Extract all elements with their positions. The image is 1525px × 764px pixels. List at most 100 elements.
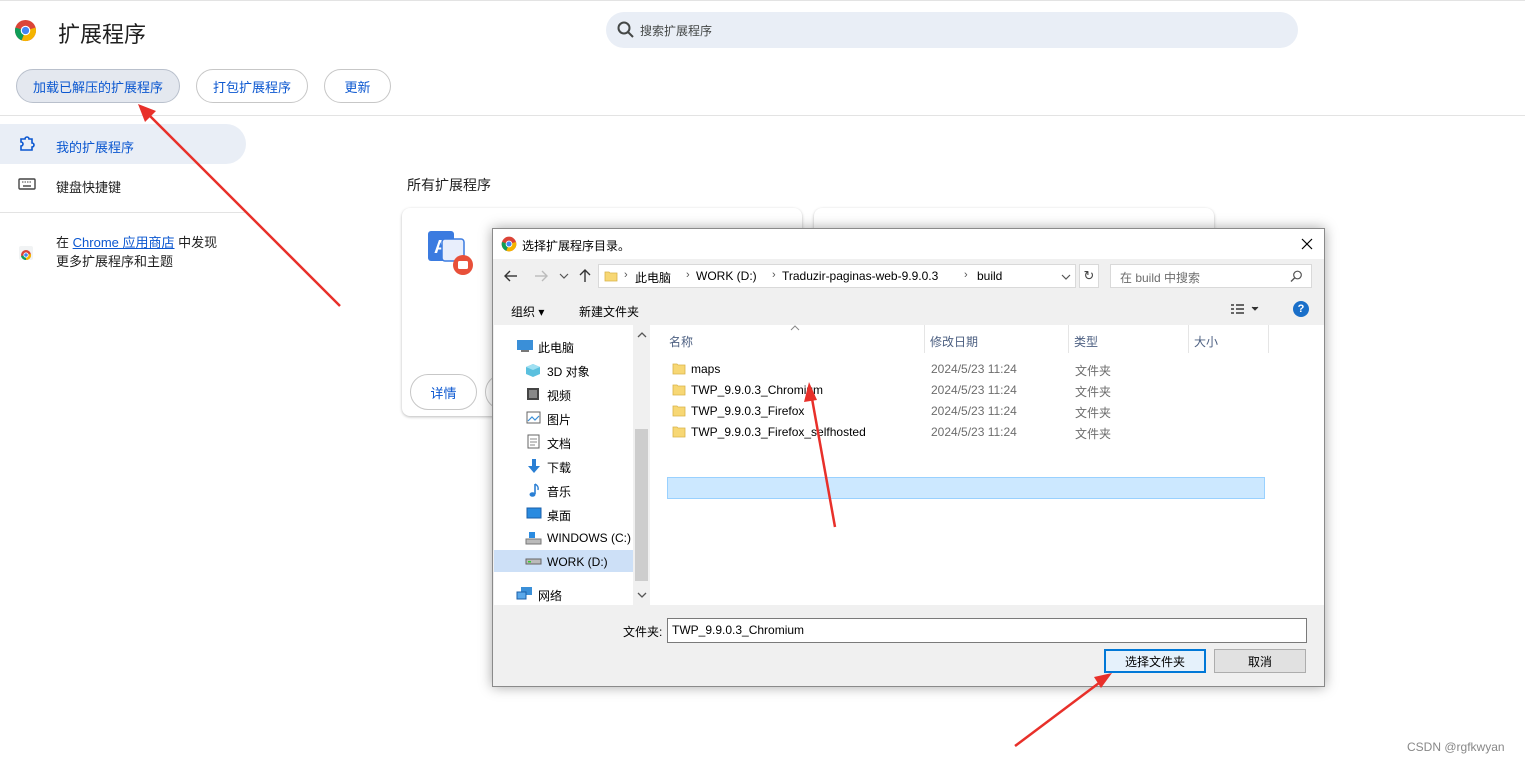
breadcrumb-this-pc[interactable]: 此电脑: [635, 269, 671, 286]
tree-scrollbar-thumb[interactable]: [635, 429, 648, 581]
folder-label: 文件夹:: [623, 625, 663, 639]
breadcrumb-build[interactable]: build: [977, 269, 1002, 283]
details-button[interactable]: 详情: [410, 374, 477, 410]
dialog-search-placeholder: 在 build 中搜索: [1120, 271, 1201, 285]
column-divider[interactable]: [1068, 325, 1069, 353]
address-bar[interactable]: › 此电脑 › WORK (D:) › Traduzir-paginas-web…: [598, 264, 1076, 288]
column-header-name[interactable]: 名称: [669, 333, 693, 350]
column-divider[interactable]: [924, 325, 925, 353]
organize-menu-button[interactable]: 组织 ▾: [511, 303, 544, 320]
dialog-title: 选择扩展程序目录。: [522, 239, 631, 253]
tree-item-downloads[interactable]: 下载: [547, 459, 571, 476]
desktop-icon: [526, 507, 542, 519]
folder-name-input[interactable]: TWP_9.9.0.3_Chromium: [667, 618, 1307, 643]
sidebar-divider: [0, 212, 246, 213]
drive-icon: [525, 532, 542, 545]
tree-item-this-pc[interactable]: 此电脑: [538, 339, 574, 356]
update-button[interactable]: 更新: [324, 69, 391, 103]
breadcrumb-separator: ›: [624, 269, 628, 281]
chrome-web-store-link[interactable]: Chrome 应用商店: [73, 235, 175, 250]
dialog-search-input[interactable]: 在 build 中搜索: [1110, 264, 1312, 288]
breadcrumb-work-drive[interactable]: WORK (D:): [696, 269, 757, 283]
translate-extension-icon: A: [428, 231, 473, 275]
store-suffix: 中发现: [178, 235, 218, 250]
file-type: 文件夹: [1075, 364, 1112, 378]
tree-item-network[interactable]: 网络: [538, 587, 562, 604]
top-divider: [0, 0, 1525, 1]
file-type: 文件夹: [1075, 406, 1112, 420]
documents-icon: [527, 434, 540, 449]
column-header-date[interactable]: 修改日期: [930, 333, 978, 350]
table-row[interactable]: TWP_9.9.0.3_Firefox: [691, 404, 804, 418]
keyboard-icon[interactable]: [17, 174, 37, 194]
forward-arrow-icon[interactable]: [533, 268, 549, 284]
puzzle-icon: [20, 136, 35, 151]
file-date: 2024/5/23 11:24: [931, 362, 1017, 376]
file-date: 2024/5/23 11:24: [931, 383, 1017, 397]
breadcrumb-separator: ›: [772, 269, 776, 281]
web-store-promo: 在 Chrome 应用商店 中发现 更多扩展程序和主题: [56, 233, 256, 271]
drive-icon: [525, 558, 542, 565]
tree-item-documents[interactable]: 文档: [547, 435, 571, 452]
sidebar-item-keyboard-shortcuts[interactable]: 键盘快捷键: [56, 177, 121, 196]
sort-ascending-icon: [790, 325, 800, 331]
navigation-pane: 此电脑 3D 对象 视频 图片 文档 下载 音乐 桌面 WINDOWS (C:)…: [494, 325, 650, 605]
column-divider[interactable]: [1268, 325, 1269, 353]
recent-locations-chevron-icon[interactable]: [559, 272, 569, 280]
table-row[interactable]: maps: [691, 362, 720, 376]
pack-extension-button[interactable]: 打包扩展程序: [196, 69, 308, 103]
3d-objects-icon: [526, 364, 540, 377]
folder-icon: [672, 384, 686, 396]
tree-item-3d-objects[interactable]: 3D 对象: [547, 363, 590, 380]
file-date: 2024/5/23 11:24: [931, 404, 1017, 418]
selected-row-highlight: [667, 477, 1265, 499]
folder-icon: [672, 363, 686, 375]
folder-icon: [604, 271, 618, 282]
refresh-icon[interactable]: ↻: [1079, 264, 1099, 288]
select-folder-button[interactable]: 选择文件夹: [1104, 649, 1206, 673]
select-folder-dialog: 选择扩展程序目录。 › 此电脑 › WORK (D:) › Traduzir-p…: [492, 228, 1325, 687]
watermark: CSDN @rgfkwyan: [1407, 740, 1505, 754]
search-icon: [617, 21, 634, 38]
search-placeholder: 搜索扩展程序: [640, 24, 713, 38]
table-row-selected[interactable]: TWP_9.9.0.3_Chromium: [691, 383, 823, 397]
tree-item-work-d[interactable]: WORK (D:): [547, 555, 608, 569]
cancel-button[interactable]: 取消: [1214, 649, 1306, 673]
chrome-logo-icon: [14, 19, 37, 42]
pictures-icon: [526, 411, 541, 424]
file-list: 名称 修改日期 类型 大小 maps 2024/5/23 11:24 文件夹 T…: [650, 325, 1324, 605]
column-header-size[interactable]: 大小: [1194, 333, 1218, 350]
back-arrow-icon[interactable]: [503, 268, 519, 284]
section-title: 所有扩展程序: [407, 177, 491, 193]
tree-item-music[interactable]: 音乐: [547, 483, 571, 500]
breadcrumb-project-folder[interactable]: Traduzir-paginas-web-9.9.0.3: [782, 269, 938, 283]
address-dropdown-chevron-icon[interactable]: [1061, 273, 1071, 281]
search-icon: [1290, 270, 1302, 283]
view-options-icon[interactable]: [1230, 303, 1260, 315]
chrome-web-store-icon: [19, 246, 33, 261]
toolbar-divider: [0, 115, 1525, 116]
column-header-type[interactable]: 类型: [1074, 333, 1098, 350]
sidebar-item-label: 我的扩展程序: [56, 140, 135, 155]
table-row[interactable]: TWP_9.9.0.3_Firefox_selfhosted: [691, 425, 866, 439]
close-icon[interactable]: [1299, 236, 1315, 252]
tree-item-pictures[interactable]: 图片: [547, 411, 571, 428]
tree-item-videos[interactable]: 视频: [547, 387, 571, 404]
help-icon[interactable]: ?: [1293, 301, 1309, 317]
music-icon: [529, 483, 539, 497]
load-unpacked-button[interactable]: 加载已解压的扩展程序: [16, 69, 180, 103]
file-date: 2024/5/23 11:24: [931, 425, 1017, 439]
column-divider[interactable]: [1188, 325, 1189, 353]
scroll-up-chevron-icon[interactable]: [637, 331, 647, 339]
chrome-logo-icon: [501, 236, 517, 252]
video-icon: [527, 388, 539, 400]
network-icon: [516, 587, 532, 600]
breadcrumb-separator: ›: [686, 269, 690, 281]
store-line2: 更多扩展程序和主题: [56, 254, 174, 269]
file-type: 文件夹: [1075, 427, 1112, 441]
scroll-down-chevron-icon[interactable]: [637, 591, 647, 599]
new-folder-button[interactable]: 新建文件夹: [579, 303, 639, 320]
up-arrow-icon[interactable]: [577, 268, 593, 284]
tree-item-desktop[interactable]: 桌面: [547, 507, 571, 524]
tree-item-windows-c[interactable]: WINDOWS (C:): [547, 531, 631, 545]
